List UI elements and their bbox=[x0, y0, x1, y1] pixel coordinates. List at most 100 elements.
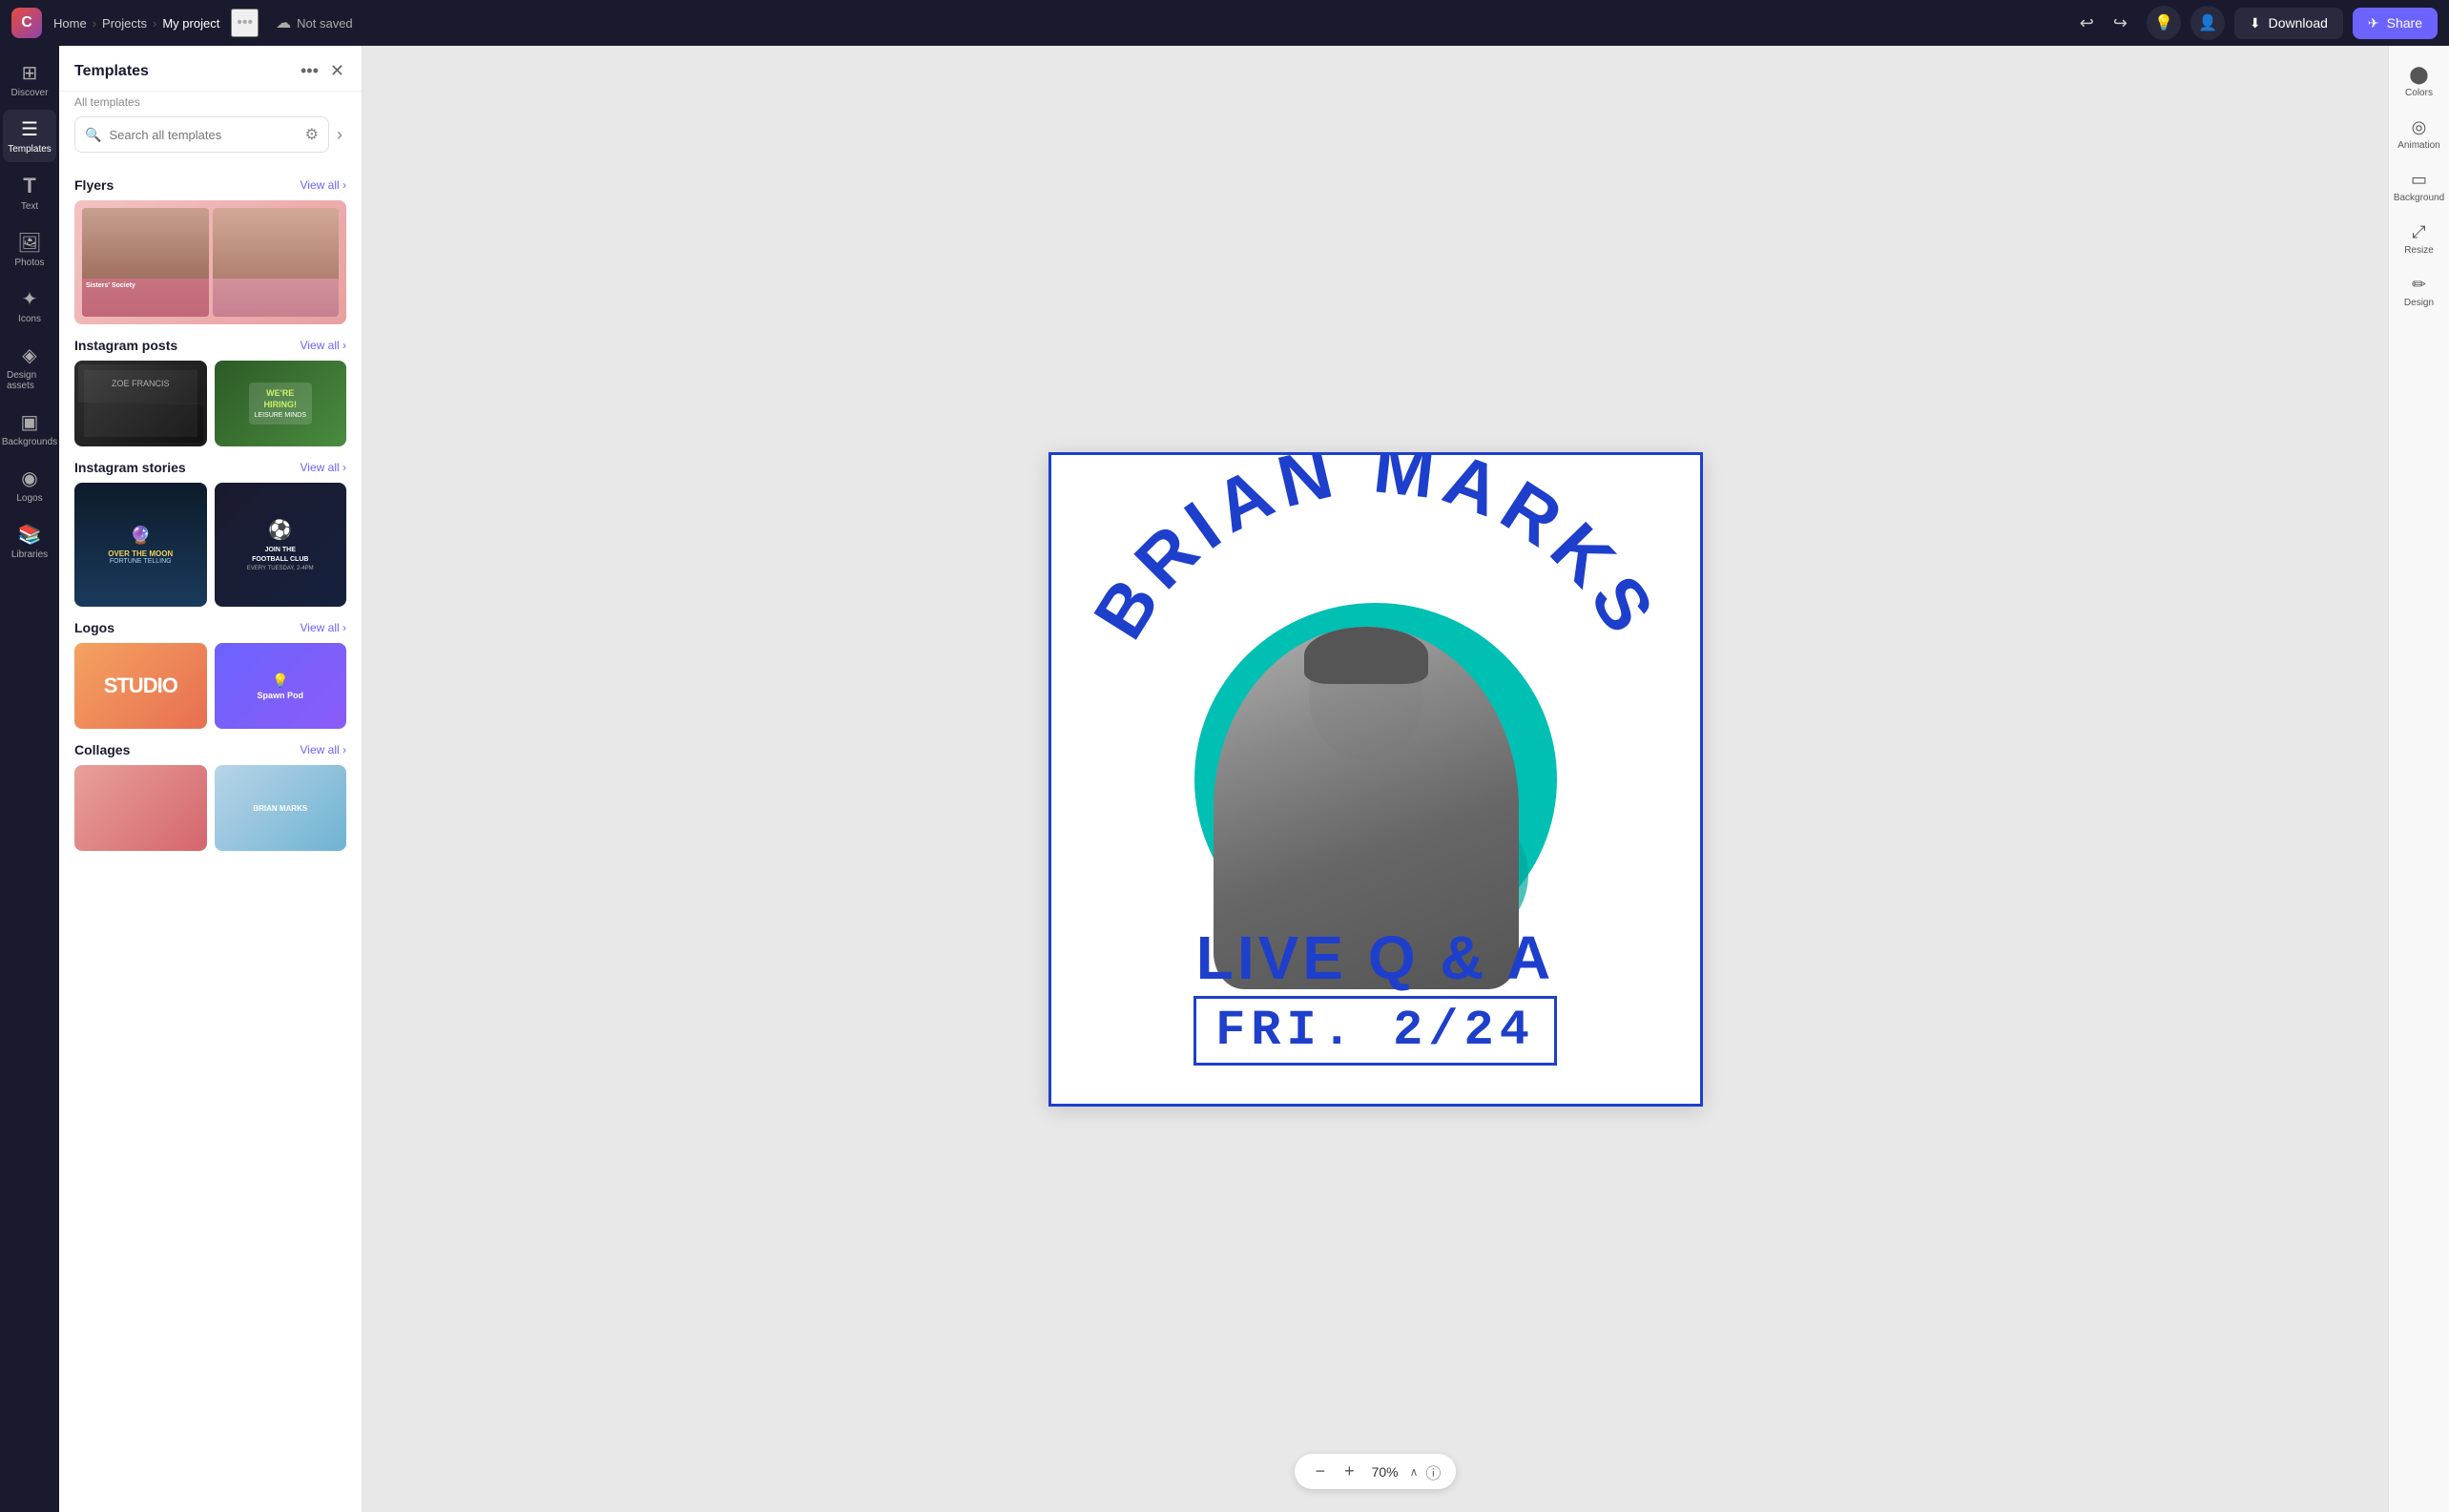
download-icon: ⬇ bbox=[2250, 15, 2261, 31]
account-button[interactable]: 👤 bbox=[2190, 6, 2225, 40]
flyers-section-header: Flyers View all › bbox=[74, 177, 346, 193]
sidebar-item-text[interactable]: T Text bbox=[3, 166, 56, 219]
ig-stories-grid: 🔮 OVER THE MOON FORTUNE TELLING ⚽ JOIN T… bbox=[74, 483, 346, 607]
nav-home[interactable]: Home bbox=[53, 16, 87, 31]
panel-subtitle: All templates bbox=[59, 92, 362, 116]
zoom-in-button[interactable]: + bbox=[1339, 1460, 1360, 1483]
more-options-button[interactable]: ••• bbox=[231, 9, 259, 37]
ideas-button[interactable]: 💡 bbox=[2147, 6, 2181, 40]
canvas-bottom-text: LIVE Q & A FRI. 2/24 bbox=[1090, 927, 1662, 1066]
list-item[interactable]: ⚽ JOIN THEFOOTBALL CLUB EVERY TUESDAY, 2… bbox=[215, 483, 347, 607]
share-button[interactable]: ✈ Share bbox=[2353, 8, 2438, 39]
design-assets-icon: ◈ bbox=[22, 343, 36, 367]
sidebar-item-templates[interactable]: ☰ Templates bbox=[3, 110, 56, 162]
breadcrumb: Home › Projects › My project bbox=[53, 16, 219, 31]
topbar: C Home › Projects › My project ••• ☁ Not… bbox=[0, 0, 2449, 46]
logos-view-all[interactable]: View all › bbox=[301, 621, 346, 634]
list-item[interactable] bbox=[74, 765, 207, 851]
panel-content: Flyers View all › Sisters' Society bbox=[59, 164, 362, 1512]
flyers-grid: Sisters' Society bbox=[74, 200, 346, 324]
panel-more-button[interactable]: ••• bbox=[299, 59, 321, 83]
main-content: ⊞ Discover ☰ Templates T Text 🖼 Photos ✦… bbox=[0, 46, 2449, 1512]
panel-close-button[interactable]: ✕ bbox=[328, 59, 346, 83]
canvas-content: BRIAN MARKS LIVE Q & A FRI. 2/24 bbox=[1051, 455, 1700, 1104]
sidebar-item-backgrounds[interactable]: ▣ Backgrounds bbox=[3, 403, 56, 455]
colors-icon: ⬤ bbox=[2409, 65, 2428, 85]
left-sidebar: ⊞ Discover ☰ Templates T Text 🖼 Photos ✦… bbox=[0, 46, 59, 1512]
backgrounds-icon: ▣ bbox=[21, 410, 39, 434]
zoom-out-button[interactable]: − bbox=[1310, 1460, 1332, 1483]
list-item[interactable]: 🔮 OVER THE MOON FORTUNE TELLING bbox=[74, 483, 207, 607]
filter-icon[interactable]: ⚙ bbox=[305, 125, 319, 144]
right-sidebar-item-animation[interactable]: ◎ Animation bbox=[2391, 110, 2448, 158]
undo-redo-group: ↩ ↪ bbox=[2072, 10, 2135, 37]
right-sidebar-item-design[interactable]: ✏ Design bbox=[2391, 267, 2448, 316]
collages-grid: BRIAN MARKS bbox=[74, 765, 346, 851]
logos-section-header: Logos View all › bbox=[74, 620, 346, 635]
sidebar-item-photos[interactable]: 🖼 Photos bbox=[3, 223, 56, 276]
panel-header: Templates ••• ✕ bbox=[59, 46, 362, 92]
right-sidebar-item-background[interactable]: ▭ Background bbox=[2391, 162, 2448, 211]
sidebar-item-icons[interactable]: ✦ Icons bbox=[3, 280, 56, 332]
svg-text:BRIAN MARKS: BRIAN MARKS bbox=[1078, 455, 1672, 652]
panel-title: Templates bbox=[74, 63, 149, 80]
logos-grid: STUDIO 💡 Spawn Pod bbox=[74, 643, 346, 729]
right-sidebar-item-resize[interactable]: ⤢ Resize bbox=[2391, 215, 2448, 263]
ig-posts-view-all[interactable]: View all › bbox=[301, 339, 346, 352]
resize-icon: ⤢ bbox=[2412, 222, 2425, 242]
search-bar: 🔍 ⚙ bbox=[74, 116, 329, 153]
background-icon: ▭ bbox=[2411, 170, 2427, 190]
right-sidebar: ⬤ Colors ◎ Animation ▭ Background ⤢ Resi… bbox=[2388, 46, 2449, 1512]
ig-posts-grid: ZOE FRANCIS WE'REHIRING! LEISURE MINDS bbox=[74, 361, 346, 446]
zoom-chevron-icon[interactable]: ∧ bbox=[1410, 1465, 1419, 1479]
templates-panel: Templates ••• ✕ All templates 🔍 ⚙ › Flye… bbox=[59, 46, 363, 1512]
list-item[interactable]: BRIAN MARKS bbox=[215, 765, 347, 851]
list-item[interactable]: STUDIO bbox=[74, 643, 207, 729]
zoom-controls: − + 70% ∧ ⓘ bbox=[1295, 1454, 1457, 1489]
flyers-view-all[interactable]: View all › bbox=[301, 178, 346, 192]
text-icon: T bbox=[23, 174, 35, 198]
ig-posts-section-header: Instagram posts View all › bbox=[74, 338, 346, 353]
arch-text-container: BRIAN MARKS bbox=[1051, 455, 1700, 779]
search-input[interactable] bbox=[109, 128, 297, 142]
sidebar-item-discover[interactable]: ⊞ Discover bbox=[3, 53, 56, 106]
download-button[interactable]: ⬇ Download bbox=[2234, 8, 2343, 39]
animation-icon: ◎ bbox=[2412, 117, 2427, 137]
canvas-area[interactable]: BRIAN MARKS LIVE Q & A FRI. 2/24 − + 70%… bbox=[363, 46, 2388, 1512]
right-sidebar-item-colors[interactable]: ⬤ Colors bbox=[2391, 57, 2448, 106]
list-item[interactable]: 💡 Spawn Pod bbox=[215, 643, 347, 729]
sidebar-item-libraries[interactable]: 📚 Libraries bbox=[3, 515, 56, 568]
zoom-info-button[interactable]: ⓘ bbox=[1425, 1460, 1441, 1483]
sidebar-item-logos[interactable]: ◉ Logos bbox=[3, 459, 56, 511]
libraries-icon: 📚 bbox=[18, 523, 42, 547]
zoom-value: 70% bbox=[1368, 1464, 1402, 1480]
collages-section-header: Collages View all › bbox=[74, 742, 346, 757]
list-item[interactable]: Sisters' Society bbox=[74, 200, 346, 324]
icons-icon: ✦ bbox=[22, 287, 38, 311]
redo-button[interactable]: ↪ bbox=[2106, 10, 2135, 37]
app-logo: C bbox=[11, 8, 42, 38]
discover-icon: ⊞ bbox=[22, 61, 38, 85]
canvas-wrapper: BRIAN MARKS LIVE Q & A FRI. 2/24 bbox=[1048, 452, 1703, 1107]
nav-projects[interactable]: Projects bbox=[102, 16, 147, 31]
photos-icon: 🖼 bbox=[17, 231, 41, 255]
expand-panel-button[interactable]: › bbox=[333, 121, 346, 149]
search-icon: 🔍 bbox=[85, 127, 101, 143]
design-icon: ✏ bbox=[2412, 275, 2426, 295]
live-qa-text: LIVE Q & A bbox=[1090, 927, 1662, 988]
cloud-icon: ☁ bbox=[276, 13, 291, 32]
topbar-right: 💡 👤 ⬇ Download ✈ Share bbox=[2147, 6, 2438, 40]
list-item[interactable]: ZOE FRANCIS bbox=[74, 361, 207, 446]
ig-stories-view-all[interactable]: View all › bbox=[301, 461, 346, 474]
ig-stories-section-header: Instagram stories View all › bbox=[74, 460, 346, 475]
list-item[interactable]: WE'REHIRING! LEISURE MINDS bbox=[215, 361, 347, 446]
save-status: ☁ Not saved bbox=[276, 13, 353, 32]
collages-view-all[interactable]: View all › bbox=[301, 743, 346, 756]
sidebar-item-design-assets[interactable]: ◈ Design assets bbox=[3, 336, 56, 399]
nav-current[interactable]: My project bbox=[162, 16, 219, 31]
templates-icon: ☰ bbox=[21, 117, 38, 141]
undo-button[interactable]: ↩ bbox=[2072, 10, 2102, 37]
date-text: FRI. 2/24 bbox=[1193, 996, 1557, 1066]
share-icon: ✈ bbox=[2368, 15, 2379, 31]
logos-icon: ◉ bbox=[21, 466, 37, 490]
